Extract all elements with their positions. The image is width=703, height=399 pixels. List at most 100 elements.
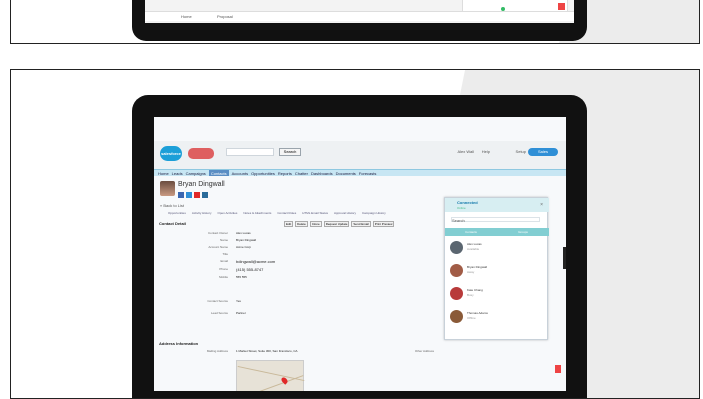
tab-accounts[interactable]: Accounts bbox=[232, 170, 248, 176]
send-email-button[interactable]: Send Email bbox=[351, 221, 371, 227]
clone-button[interactable]: Clone bbox=[309, 221, 322, 227]
tab-reports[interactable]: Reports bbox=[278, 170, 292, 176]
top-screen: Home Proposal bbox=[145, 0, 574, 23]
edit-button[interactable]: Edit bbox=[284, 221, 294, 227]
top-tab-proposal[interactable]: Proposal bbox=[217, 14, 233, 19]
field-value: 555 555 bbox=[236, 275, 247, 279]
facebook-icon[interactable] bbox=[178, 192, 184, 198]
social-icons bbox=[178, 192, 208, 198]
field-value[interactable]: Acme Corp bbox=[236, 245, 251, 249]
mailing-address-value: 1 Market Street, Suite 300, San Francisc… bbox=[236, 349, 298, 353]
linkedin-icon[interactable] bbox=[202, 192, 208, 198]
field-label: Mobile bbox=[219, 275, 228, 279]
avatar bbox=[450, 241, 463, 254]
field-label: Other Address bbox=[414, 349, 434, 353]
contact-status: Available bbox=[467, 247, 480, 251]
field-value: Yes bbox=[236, 299, 241, 303]
field-label: Name bbox=[219, 238, 228, 242]
laptop-frame-top: Home Proposal bbox=[132, 0, 587, 41]
sidebar-contact[interactable]: Alex Lucas Available bbox=[449, 239, 545, 258]
close-icon[interactable]: × bbox=[540, 202, 543, 208]
field-value[interactable]: Alex Lucas bbox=[236, 231, 251, 235]
field-label: Email bbox=[220, 259, 228, 263]
banner-icon bbox=[188, 148, 214, 159]
setup-link[interactable]: Setup bbox=[516, 149, 526, 154]
email-value[interactable]: bdingwall@acme.com bbox=[236, 259, 275, 264]
tab-dashboards[interactable]: Dashboards bbox=[311, 170, 333, 176]
tab-documents[interactable]: Documents bbox=[336, 170, 356, 176]
contact-name: Alex Lucas bbox=[467, 242, 482, 246]
tab-chatter[interactable]: Chatter bbox=[295, 170, 308, 176]
user-menu-link[interactable]: Alex Wall bbox=[457, 149, 474, 154]
sidebar-status: Online bbox=[457, 206, 466, 210]
sidebar-tab-contacts[interactable]: Contacts bbox=[445, 228, 497, 236]
related-link[interactable]: Activity History bbox=[192, 211, 212, 216]
request-update-button[interactable]: Request Update bbox=[323, 221, 350, 227]
sidebar-contact[interactable]: Kate Chang Busy bbox=[449, 285, 545, 304]
field-label: Account Name bbox=[208, 245, 228, 249]
chat-sidebar: Connected Online × Search Contacts Group… bbox=[444, 197, 549, 340]
contact-status: Busy bbox=[467, 293, 474, 297]
back-to-list-link[interactable]: « Back to List bbox=[160, 203, 184, 208]
sidebar-tabs: Contacts Groups bbox=[445, 228, 549, 236]
search-button[interactable]: Search bbox=[279, 148, 301, 156]
contact-detail-title: Contact Detail bbox=[159, 221, 186, 226]
search-input[interactable] bbox=[226, 148, 274, 156]
related-link[interactable]: Campaign History bbox=[362, 211, 386, 216]
help-link[interactable]: Help bbox=[482, 149, 490, 154]
sidebar-title: Connected bbox=[457, 200, 478, 205]
feedback-icon[interactable] bbox=[555, 365, 561, 373]
top-tab-home[interactable]: Home bbox=[181, 14, 192, 19]
laptop-frame: salesforce Search Alex Wall Help Setup S… bbox=[132, 95, 587, 398]
sidebar-contact[interactable]: Bryan Dingwall Away bbox=[449, 262, 545, 281]
related-link[interactable]: Contact Roles bbox=[277, 211, 296, 216]
field-value: Partner bbox=[236, 311, 246, 315]
status-dot bbox=[501, 7, 505, 11]
field-label: Contact Source bbox=[207, 299, 228, 303]
avatar bbox=[450, 287, 463, 300]
contact-name: Kate Chang bbox=[467, 288, 483, 292]
detail-button-row: Edit Delete Clone Request Update Send Em… bbox=[284, 221, 395, 227]
sidebar-header: Connected Online × bbox=[445, 198, 549, 212]
field-label: Title bbox=[222, 252, 228, 256]
contact-detail-block: Contact Owner Alex Lucas Name Bryan Ding… bbox=[154, 229, 444, 319]
tab-home[interactable]: Home bbox=[158, 170, 169, 176]
contact-status: Away bbox=[467, 270, 475, 274]
related-link[interactable]: Notes & Attachments bbox=[243, 211, 271, 216]
salesforce-screen: salesforce Search Alex Wall Help Setup S… bbox=[154, 117, 566, 391]
contact-name: Bryan Dingwall bbox=[467, 265, 488, 269]
twitter-icon[interactable] bbox=[186, 192, 192, 198]
top-panel: Home Proposal bbox=[10, 0, 700, 44]
sidebar-contact[interactable]: Thomas Adams Offline bbox=[449, 308, 545, 327]
sidebar-tab-groups[interactable]: Groups bbox=[497, 228, 549, 236]
avatar bbox=[450, 310, 463, 323]
youtube-icon[interactable] bbox=[194, 192, 200, 198]
contact-name: Thomas Adams bbox=[467, 311, 488, 315]
contact-status: Offline bbox=[467, 316, 476, 320]
related-link[interactable]: HTML Email Status bbox=[302, 211, 328, 216]
print-preview-button[interactable]: Print Preview bbox=[372, 221, 395, 227]
tab-campaigns[interactable]: Campaigns bbox=[186, 170, 206, 176]
address-section-title: Address Information bbox=[159, 341, 199, 346]
scrollbar[interactable] bbox=[563, 247, 566, 269]
contact-name: Bryan Dingwall bbox=[178, 181, 225, 188]
field-value: Bryan Dingwall bbox=[236, 238, 257, 242]
sidebar-search-input[interactable]: Search bbox=[451, 217, 540, 223]
avatar bbox=[450, 264, 463, 277]
related-link[interactable]: Opportunities bbox=[168, 211, 186, 216]
tab-contacts[interactable]: Contacts bbox=[208, 170, 229, 176]
field-label: Lead Source bbox=[210, 311, 228, 315]
top-indicator bbox=[558, 3, 565, 10]
field-label: Mailing Address bbox=[206, 349, 228, 353]
field-label: Contact Owner bbox=[207, 231, 228, 235]
related-link[interactable]: Approval History bbox=[334, 211, 356, 216]
related-link[interactable]: Open Activities bbox=[218, 211, 238, 216]
address-map[interactable] bbox=[236, 360, 305, 391]
tab-leads[interactable]: Leads bbox=[172, 170, 183, 176]
tab-opportunities[interactable]: Opportunities bbox=[251, 170, 275, 176]
tab-forecasts[interactable]: Forecasts bbox=[359, 170, 377, 176]
delete-button[interactable]: Delete bbox=[295, 221, 308, 227]
app-switcher-button[interactable]: Sales bbox=[528, 148, 558, 156]
salesforce-logo: salesforce bbox=[160, 146, 182, 161]
app-header: salesforce Search Alex Wall Help Setup S… bbox=[154, 141, 566, 169]
